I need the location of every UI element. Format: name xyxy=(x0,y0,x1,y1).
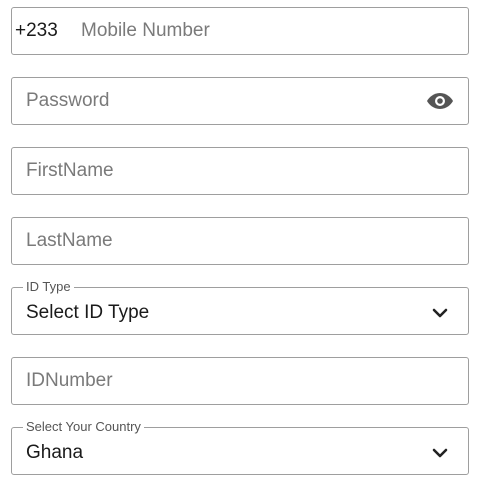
eye-icon[interactable] xyxy=(426,91,454,111)
password-field[interactable]: Password xyxy=(11,77,469,125)
id-number-field[interactable]: IDNumber xyxy=(11,357,469,405)
chevron-down-icon[interactable] xyxy=(432,308,448,318)
mobile-number-field[interactable]: +233 Mobile Number xyxy=(11,7,469,55)
country-code-prefix: +233 xyxy=(15,20,58,41)
password-placeholder: Password xyxy=(26,90,110,111)
last-name-placeholder: LastName xyxy=(26,230,113,251)
first-name-field[interactable]: FirstName xyxy=(11,147,469,195)
id-number-placeholder: IDNumber xyxy=(26,370,113,391)
last-name-field[interactable]: LastName xyxy=(11,217,469,265)
id-type-label: ID Type xyxy=(23,278,74,296)
country-select[interactable]: Select Your Country Ghana xyxy=(11,418,469,475)
country-value: Ghana xyxy=(26,442,84,463)
id-type-select[interactable]: ID Type Select ID Type xyxy=(11,278,469,335)
chevron-down-icon[interactable] xyxy=(432,448,448,458)
mobile-number-placeholder: Mobile Number xyxy=(81,20,210,41)
id-type-value: Select ID Type xyxy=(26,302,150,323)
country-label: Select Your Country xyxy=(23,418,144,436)
first-name-placeholder: FirstName xyxy=(26,160,114,181)
